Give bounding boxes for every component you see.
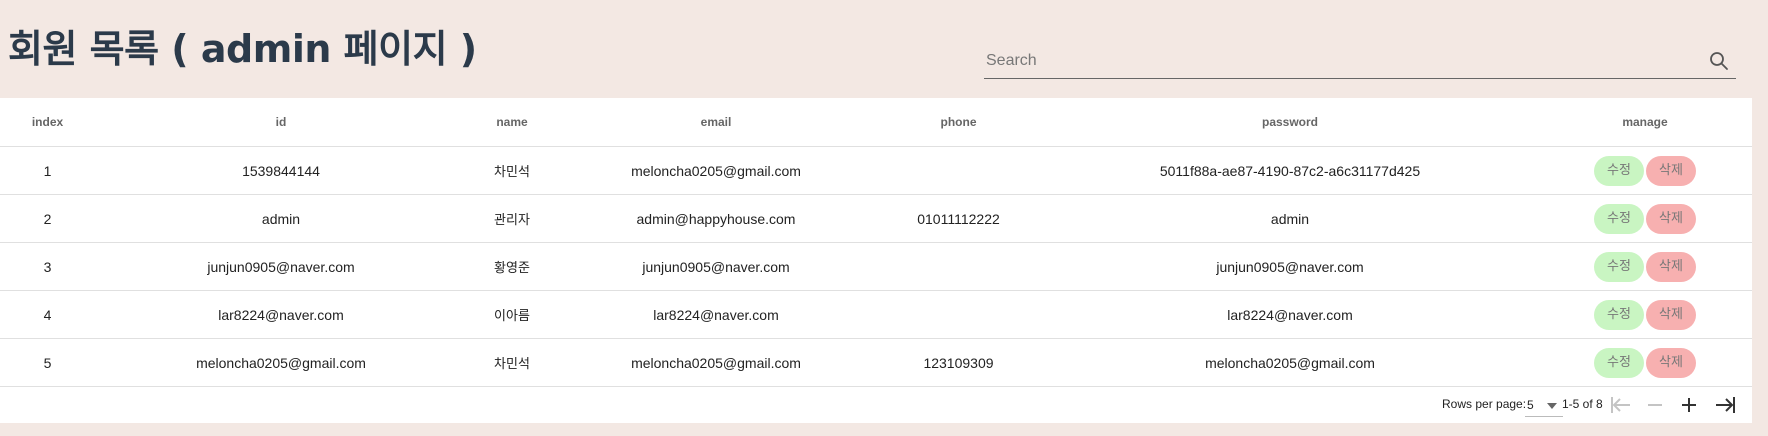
pagination-range: 1-5 of 8 xyxy=(1562,397,1603,411)
cell-index: 3 xyxy=(0,242,95,291)
cell-index: 2 xyxy=(0,194,95,243)
cell-index: 1 xyxy=(0,146,95,195)
cell-manage: 수정 삭제 xyxy=(1538,290,1752,339)
table-row: 2 admin 관리자 admin@happyhouse.com 0101111… xyxy=(0,194,1752,243)
cell-id: 1539844144 xyxy=(95,146,467,195)
cell-password: lar8224@naver.com xyxy=(1042,290,1538,339)
cell-email: meloncha0205@gmail.com xyxy=(557,146,875,195)
column-header-id[interactable]: id xyxy=(95,98,467,147)
cell-manage: 수정 삭제 xyxy=(1538,242,1752,291)
cell-email: lar8224@naver.com xyxy=(557,290,875,339)
first-page-icon[interactable] xyxy=(1608,393,1634,417)
last-page-icon[interactable] xyxy=(1712,393,1738,417)
table-pagination: Rows per page: 5 1-5 of 8 xyxy=(0,386,1752,423)
table-row: 5 meloncha0205@gmail.com 차민석 meloncha020… xyxy=(0,338,1752,387)
cell-id: meloncha0205@gmail.com xyxy=(95,338,467,387)
delete-button[interactable]: 삭제 xyxy=(1646,203,1696,234)
cell-name: 이아름 xyxy=(467,290,557,339)
edit-button[interactable]: 수정 xyxy=(1594,347,1644,378)
cell-password: admin xyxy=(1042,194,1538,243)
cell-phone xyxy=(875,242,1042,291)
cell-name: 관리자 xyxy=(467,194,557,243)
member-table: index id name email phone password manag… xyxy=(0,98,1752,387)
column-header-index[interactable]: index xyxy=(0,98,95,147)
column-header-manage: manage xyxy=(1538,98,1752,147)
table-row: 4 lar8224@naver.com 이아름 lar8224@naver.co… xyxy=(0,290,1752,339)
delete-button[interactable]: 삭제 xyxy=(1646,155,1696,186)
edit-button[interactable]: 수정 xyxy=(1594,251,1644,282)
search-input[interactable] xyxy=(984,44,1688,78)
search-bar xyxy=(984,44,1736,79)
rows-per-page-label: Rows per page: xyxy=(1442,397,1527,411)
cell-manage: 수정 삭제 xyxy=(1538,146,1752,195)
column-header-phone[interactable]: phone xyxy=(875,98,1042,147)
edit-button[interactable]: 수정 xyxy=(1594,203,1644,234)
table-row: 1 1539844144 차민석 meloncha0205@gmail.com … xyxy=(0,146,1752,195)
member-table-panel: index id name email phone password manag… xyxy=(0,98,1752,423)
edit-button[interactable]: 수정 xyxy=(1594,299,1644,330)
delete-button[interactable]: 삭제 xyxy=(1646,347,1696,378)
cell-phone xyxy=(875,290,1042,339)
search-icon[interactable] xyxy=(1708,50,1730,72)
next-page-icon[interactable] xyxy=(1676,393,1702,417)
edit-button[interactable]: 수정 xyxy=(1594,155,1644,186)
cell-password: 5011f88a-ae87-4190-87c2-a6c31177d425 xyxy=(1042,146,1538,195)
rows-per-page-select[interactable]: 5 xyxy=(1525,394,1563,417)
chevron-down-icon xyxy=(1547,403,1557,409)
cell-password: junjun0905@naver.com xyxy=(1042,242,1538,291)
previous-page-icon[interactable] xyxy=(1642,393,1668,417)
cell-email: admin@happyhouse.com xyxy=(557,194,875,243)
cell-password: meloncha0205@gmail.com xyxy=(1042,338,1538,387)
cell-phone: 123109309 xyxy=(875,338,1042,387)
cell-manage: 수정 삭제 xyxy=(1538,194,1752,243)
rows-per-page-value: 5 xyxy=(1527,398,1534,412)
cell-id: junjun0905@naver.com xyxy=(95,242,467,291)
cell-index: 4 xyxy=(0,290,95,339)
cell-name: 황영준 xyxy=(467,242,557,291)
cell-manage: 수정 삭제 xyxy=(1538,338,1752,387)
cell-id: lar8224@naver.com xyxy=(95,290,467,339)
column-header-email[interactable]: email xyxy=(557,98,875,147)
cell-index: 5 xyxy=(0,338,95,387)
cell-email: meloncha0205@gmail.com xyxy=(557,338,875,387)
cell-id: admin xyxy=(95,194,467,243)
delete-button[interactable]: 삭제 xyxy=(1646,299,1696,330)
page-title: 회원 목록 ( admin 페이지 ) xyxy=(8,27,477,71)
cell-name: 차민석 xyxy=(467,146,557,195)
cell-phone xyxy=(875,146,1042,195)
table-row: 3 junjun0905@naver.com 황영준 junjun0905@na… xyxy=(0,242,1752,291)
column-header-name[interactable]: name xyxy=(467,98,557,147)
table-header-row: index id name email phone password manag… xyxy=(0,98,1752,147)
cell-phone: 01011112222 xyxy=(875,194,1042,243)
cell-email: junjun0905@naver.com xyxy=(557,242,875,291)
delete-button[interactable]: 삭제 xyxy=(1646,251,1696,282)
column-header-password[interactable]: password xyxy=(1042,98,1538,147)
cell-name: 차민석 xyxy=(467,338,557,387)
